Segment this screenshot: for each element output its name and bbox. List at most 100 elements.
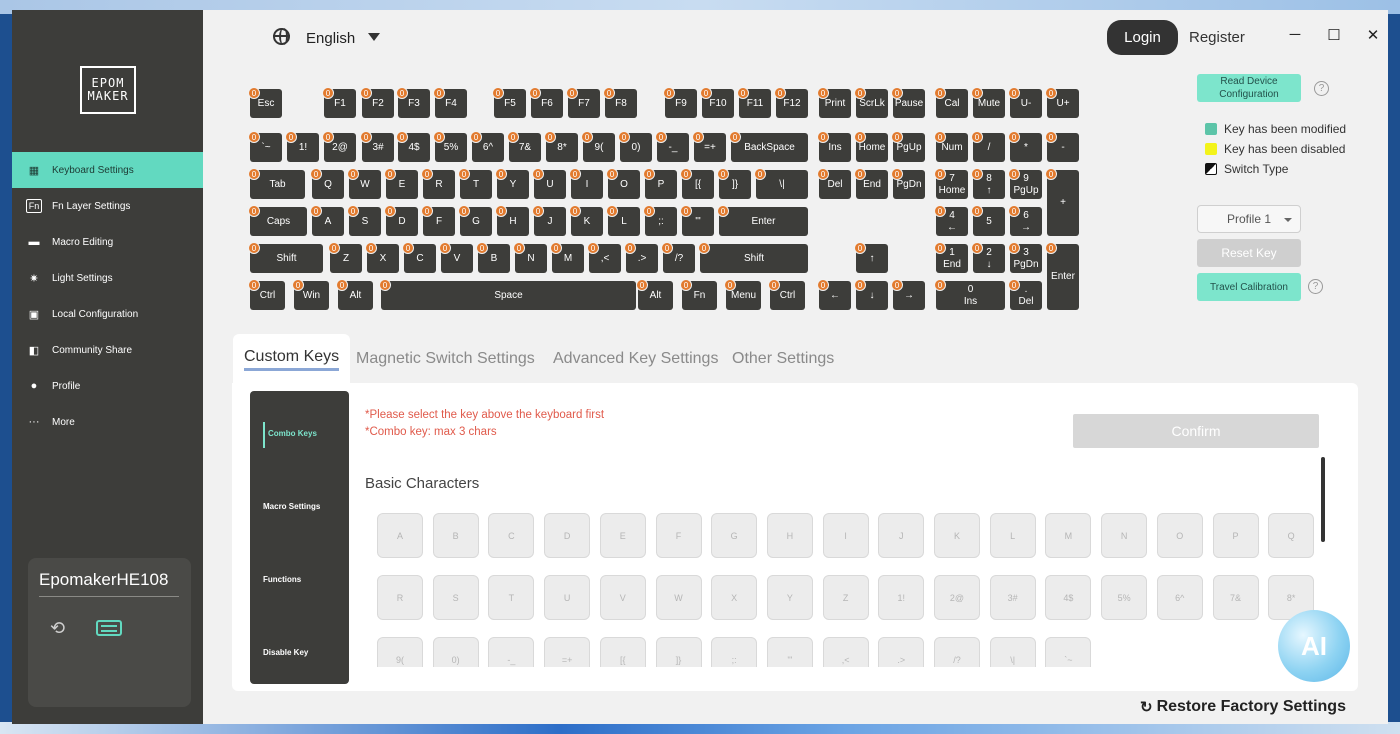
char-key[interactable]: U xyxy=(544,575,591,620)
char-key[interactable]: V xyxy=(599,575,646,620)
char-key[interactable]: 5% xyxy=(1101,575,1148,620)
tab-magnetic-switch-settings[interactable]: Magnetic Switch Settings xyxy=(356,334,535,384)
key[interactable]: Shift 0 xyxy=(248,242,323,273)
key[interactable]: 8 ↑ 0 xyxy=(971,168,1005,199)
key[interactable]: E0 xyxy=(384,168,418,199)
sidebar-item-profile[interactable]: ● Profile xyxy=(12,368,203,404)
key[interactable]: * 0 xyxy=(1008,131,1042,162)
sidebar-item-local-configuration[interactable]: ▣ Local Configuration xyxy=(12,296,203,332)
key[interactable]: F12 0 xyxy=(774,87,808,118)
key[interactable]: ]} 0 xyxy=(717,168,751,199)
char-key[interactable]: B xyxy=(432,513,479,558)
key[interactable]: F1 0 xyxy=(322,87,356,118)
char-key[interactable]: H xyxy=(766,513,813,558)
char-key[interactable]: 4$ xyxy=(1045,575,1092,620)
tab-advanced-key-settings[interactable]: Advanced Key Settings xyxy=(553,334,718,384)
key[interactable]: Z0 xyxy=(328,242,362,273)
char-key[interactable]: N xyxy=(1101,513,1148,558)
key[interactable]: 6 → 0 xyxy=(1008,205,1042,236)
key[interactable]: Alt 0 xyxy=(636,279,673,310)
char-key[interactable]: J xyxy=(878,513,925,558)
key[interactable]: ,< 0 xyxy=(587,242,621,273)
key[interactable]: Tab 0 xyxy=(248,168,305,199)
char-key[interactable]: ;: xyxy=(711,637,758,667)
char-key[interactable]: 3# xyxy=(989,575,1036,620)
submenu-combo-keys[interactable]: Combo Keys xyxy=(268,429,317,438)
key[interactable]: Win 0 xyxy=(292,279,329,310)
char-key[interactable]: 9( xyxy=(377,637,423,667)
confirm-button[interactable]: Confirm xyxy=(1073,414,1319,448)
login-button[interactable]: Login xyxy=(1107,20,1178,55)
char-key[interactable]: P xyxy=(1212,513,1259,558)
char-key[interactable]: E xyxy=(599,513,646,558)
help-icon[interactable]: ? xyxy=(1314,81,1329,96)
key[interactable]: 4$ 0 xyxy=(396,131,430,162)
key[interactable]: Caps 0 xyxy=(248,205,307,236)
key[interactable]: Ctrl 0 xyxy=(248,279,285,310)
key[interactable]: ↓ 0 xyxy=(854,279,888,310)
key[interactable]: H0 xyxy=(495,205,529,236)
chevron-down-icon[interactable] xyxy=(368,33,380,41)
key[interactable]: Home 0 xyxy=(854,131,888,162)
key[interactable]: Fn 0 xyxy=(680,279,717,310)
key[interactable]: 1! 0 xyxy=(285,131,319,162)
char-key[interactable]: 6^ xyxy=(1156,575,1203,620)
char-key[interactable]: /? xyxy=(934,637,980,667)
key[interactable]: X0 xyxy=(365,242,399,273)
key[interactable]: F5 0 xyxy=(492,87,526,118)
key[interactable]: ↑ 0 xyxy=(854,242,888,273)
key[interactable]: +0 xyxy=(1045,168,1079,236)
key[interactable]: J0 xyxy=(532,205,566,236)
char-key[interactable]: G xyxy=(711,513,758,558)
sidebar-item-macro-editing[interactable]: ▬ Macro Editing xyxy=(12,224,203,260)
char-key[interactable]: =+ xyxy=(544,637,591,667)
char-key[interactable]: C xyxy=(488,513,535,558)
sidebar-item-more[interactable]: ··· More xyxy=(12,404,203,440)
read-device-config-button[interactable]: Read Device Configuration xyxy=(1197,74,1301,102)
key[interactable]: O0 xyxy=(606,168,640,199)
scrollbar[interactable] xyxy=(1321,457,1325,542)
key[interactable]: Alt 0 xyxy=(336,279,373,310)
key[interactable]: S0 xyxy=(347,205,381,236)
char-key[interactable]: D xyxy=(544,513,591,558)
key[interactable]: 9(0 xyxy=(581,131,615,162)
key[interactable]: '" 0 xyxy=(680,205,714,236)
char-key[interactable]: .> xyxy=(878,637,925,667)
char-key[interactable]: \| xyxy=(989,637,1036,667)
char-key[interactable]: F xyxy=(655,513,702,558)
key[interactable]: 7& 0 xyxy=(507,131,541,162)
key[interactable]: Enter 0 xyxy=(717,205,808,236)
key[interactable]: 6^ 0 xyxy=(470,131,504,162)
key[interactable]: Q0 xyxy=(310,168,344,199)
key[interactable]: `~ 0 xyxy=(248,131,282,162)
key[interactable]: Del 0 xyxy=(817,168,851,199)
key[interactable]: 3 PgDn 0 xyxy=(1008,242,1042,273)
char-key[interactable]: R xyxy=(377,575,423,620)
char-key[interactable]: 2@ xyxy=(934,575,980,620)
key[interactable]: -_ 0 xyxy=(655,131,689,162)
close-icon[interactable]: ✕ xyxy=(1363,26,1383,44)
key[interactable]: L0 xyxy=(606,205,640,236)
key[interactable]: U- 0 xyxy=(1008,87,1042,118)
key[interactable]: Ins 0 xyxy=(817,131,851,162)
sidebar-item-light-settings[interactable]: ✷ Light Settings xyxy=(12,260,203,296)
key[interactable]: End 0 xyxy=(854,168,888,199)
key[interactable]: F0 xyxy=(421,205,455,236)
key[interactable]: 0) 0 xyxy=(618,131,652,162)
key[interactable]: Menu 0 xyxy=(724,279,761,310)
key[interactable]: Enter 0 xyxy=(1045,242,1079,310)
key[interactable]: 2 ↓ 0 xyxy=(971,242,1005,273)
key[interactable]: T0 xyxy=(458,168,492,199)
char-key[interactable]: L xyxy=(989,513,1036,558)
key[interactable]: Mute 0 xyxy=(971,87,1005,118)
key[interactable]: I0 xyxy=(569,168,603,199)
char-key[interactable]: T xyxy=(488,575,535,620)
key[interactable]: C0 xyxy=(402,242,436,273)
key[interactable]: Print 0 xyxy=(817,87,851,118)
tab-other-settings[interactable]: Other Settings xyxy=(732,334,834,384)
char-key[interactable]: A xyxy=(377,513,423,558)
key[interactable]: F4 0 xyxy=(433,87,467,118)
char-key[interactable]: [{ xyxy=(599,637,646,667)
key[interactable]: G0 xyxy=(458,205,492,236)
reset-key-button[interactable]: Reset Key xyxy=(1197,239,1301,267)
